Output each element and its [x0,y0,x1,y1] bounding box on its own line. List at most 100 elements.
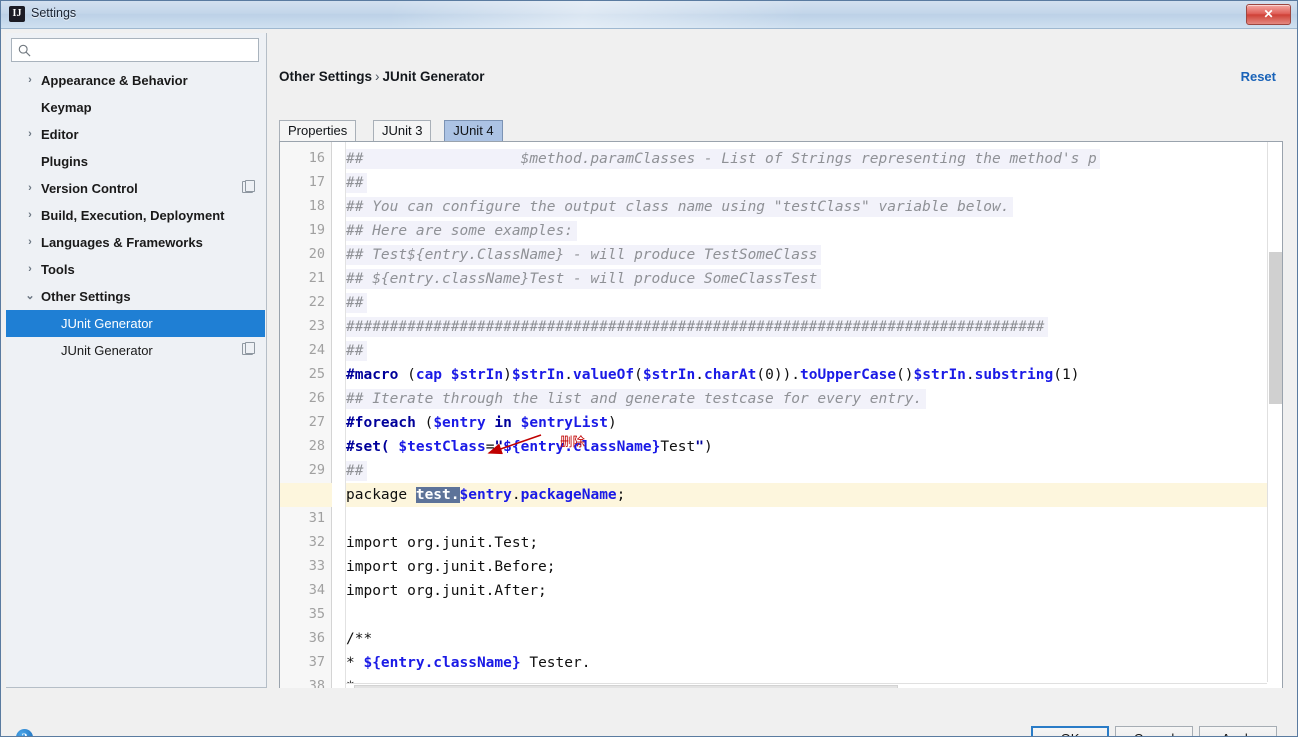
settings-tree: ›Appearance & BehaviorKeymap›EditorPlugi… [6,67,265,687]
variable-token: $entry [460,487,512,503]
ok-button[interactable]: OK [1031,726,1109,737]
sidebar-item-editor[interactable]: ›Editor [6,121,265,148]
sidebar-item-keymap[interactable]: Keymap [6,94,265,121]
sidebar-item-appearance-behavior[interactable]: ›Appearance & Behavior [6,67,265,94]
chevron-right-icon[interactable]: › [24,121,36,148]
code-line[interactable]: /** [346,627,372,651]
code-token: ( [425,415,434,431]
code-line[interactable]: import org.junit.After; [346,579,547,603]
line-number: 19 [281,222,325,238]
code-line[interactable]: ## Test${entry.ClassName} - will produce… [346,243,817,267]
sidebar-item-label: JUnit Generator [61,337,153,364]
reset-link[interactable]: Reset [1241,69,1276,84]
code-token: import org.junit.Test; [346,535,538,551]
editor-vertical-scrollbar[interactable] [1267,142,1282,682]
code-line[interactable]: ## Iterate through the list and generate… [346,387,922,411]
line-number: 18 [281,198,325,214]
sidebar-item-plugins[interactable]: Plugins [6,148,265,175]
chevron-right-icon[interactable]: › [24,229,36,256]
code-line[interactable]: import org.junit.Test; [346,531,538,555]
code-line[interactable]: ## You can configure the output class na… [346,195,1009,219]
sidebar-item-other-settings[interactable]: ⌄Other Settings [6,283,265,310]
search-input[interactable] [37,41,255,60]
help-icon[interactable]: ? [16,729,33,737]
breadcrumb-root[interactable]: Other Settings [279,69,372,84]
line-number: 21 [281,270,325,286]
search-box[interactable] [11,38,259,62]
copy-settings-icon[interactable] [242,343,253,355]
sidebar-item-label: Appearance & Behavior [41,67,188,94]
code-token: () [896,367,913,383]
code-line[interactable]: ## ${entry.className}Test - will produce… [346,267,817,291]
code-token: ( [634,367,643,383]
comment-token: ## [346,463,363,479]
line-number: 33 [281,558,325,574]
code-line[interactable]: ## [346,459,363,483]
title-bar-sheen [1,1,1297,28]
velocity-template-editor[interactable]: 1617181920212223242526272829303132333435… [279,141,1283,699]
code-token: ) [704,439,713,455]
code-line[interactable]: ## $method.paramClasses - List of String… [346,147,1097,171]
dialog-body: ›Appearance & BehaviorKeymap›EditorPlugi… [1,29,1297,736]
string-token: " [494,439,503,455]
code-line[interactable]: ## [346,291,363,315]
chevron-right-icon[interactable]: › [24,67,36,94]
code-token: . [695,367,704,383]
tab-junit-4[interactable]: JUnit 4 [444,120,502,141]
sidebar-item-label: Keymap [41,94,92,121]
code-line[interactable]: ########################################… [346,315,1044,339]
comment-token: ## $method.paramClasses - List of String… [346,151,1097,167]
code-line[interactable]: #macro (cap $strIn)$strIn.valueOf($strIn… [346,363,1079,387]
sidebar-item-junit-generator[interactable]: JUnit Generator [6,337,265,364]
line-number: 25 [281,366,325,382]
sidebar-item-build-execution-deployment[interactable]: ›Build, Execution, Deployment [6,202,265,229]
directive-token: #foreach [346,415,425,431]
code-line[interactable]: * ${entry.className} Tester. [346,651,590,675]
comment-token: ## ${entry.className}Test - will produce… [346,271,817,287]
sidebar-item-version-control[interactable]: ›Version Control [6,175,265,202]
code-line[interactable]: import org.junit.Before; [346,555,556,579]
code-token: . [512,487,521,503]
code-token: Test [660,439,695,455]
close-icon[interactable]: ✕ [1246,4,1291,25]
code-line[interactable]: package test.$entry.packageName; [346,483,625,507]
sidebar-item-label: Version Control [41,175,138,202]
code-line[interactable]: ## [346,339,363,363]
code-token: ) [608,415,617,431]
chevron-right-icon[interactable]: › [24,175,36,202]
code-line[interactable]: ## Here are some examples: [346,219,573,243]
comment-token: ## [346,295,363,311]
code-line[interactable]: #set( $testClass="${entry.className}Test… [346,435,713,459]
editor-code-area[interactable]: ## $method.paramClasses - List of String… [346,142,1282,698]
string-token: " [695,439,704,455]
variable-token: $strIn [643,367,695,383]
tab-junit-3[interactable]: JUnit 3 [373,120,431,141]
breadcrumb-leaf: JUnit Generator [383,69,485,84]
chevron-down-icon[interactable]: ⌄ [24,283,36,310]
code-token: (0)) [756,367,791,383]
directive-token: in [486,415,521,431]
sidebar-item-junit-generator[interactable]: JUnit Generator [6,310,265,337]
variable-token: packageName [521,487,617,503]
sidebar-item-languages-frameworks[interactable]: ›Languages & Frameworks [6,229,265,256]
chevron-right-icon[interactable]: › [24,202,36,229]
sidebar-item-tools[interactable]: ›Tools [6,256,265,283]
tab-properties[interactable]: Properties [279,120,356,141]
vertical-scrollbar-thumb[interactable] [1269,252,1282,404]
comment-token: ## Test${entry.ClassName} - will produce… [346,247,817,263]
line-number: 29 [281,462,325,478]
code-line[interactable]: ## [346,171,363,195]
apply-label-rest: pply [1230,731,1254,737]
code-token: ; [617,487,626,503]
line-number: 22 [281,294,325,310]
apply-button[interactable]: Apply [1199,726,1277,737]
sidebar-item-label: Languages & Frameworks [41,229,203,256]
chevron-right-icon[interactable]: › [24,256,36,283]
comment-token: ## [346,175,363,191]
line-number: 37 [281,654,325,670]
cancel-button[interactable]: Cancel [1115,726,1193,737]
copy-settings-icon[interactable] [242,181,253,193]
code-token: import org.junit.Before; [346,559,556,575]
sidebar-item-label: JUnit Generator [61,310,153,337]
line-number: 20 [281,246,325,262]
